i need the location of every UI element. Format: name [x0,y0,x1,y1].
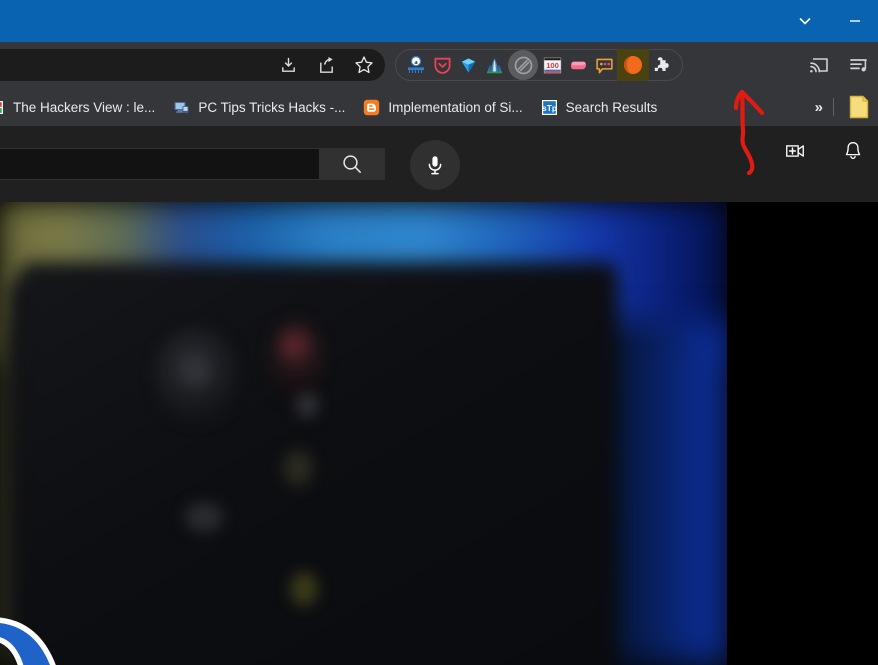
favicon-hackers-view-glyph [0,100,3,114]
browser-window: a 100 The Hackers View: le... PC Tips T… [0,0,878,665]
bookmark-folder-icon[interactable] [848,95,870,119]
download-icon[interactable] [277,54,299,76]
video-detail-3 [270,320,322,400]
favicon-pc-tips-glyph [174,101,189,113]
cast-glyph [810,58,828,73]
window-titlebar [0,0,878,42]
bookmark-item-pc-tips[interactable]: PC Tips Tricks Hacks -... [164,93,354,121]
media-playlist-glyph [850,59,867,72]
minimize-icon[interactable] [832,0,878,42]
chevron-down-icon[interactable] [782,0,828,42]
search-button[interactable] [320,148,385,180]
diamond-icon[interactable] [455,49,481,81]
bookmark-folder-glyph [849,95,869,119]
microphone-icon [428,156,442,175]
counter-100-glyph: 100 [543,57,561,73]
tower-glyph [486,57,502,73]
bookmark-item-blogger[interactable]: Implementation of Si... [354,93,531,121]
search-input[interactable] [0,148,320,180]
share-icon[interactable] [315,54,337,76]
pink-hexagon-icon[interactable] [565,49,591,81]
diamond-glyph [461,57,475,73]
bookmarks-overflow-button[interactable]: » [815,99,823,116]
favicon-pc-tips [173,99,190,116]
minimize-glyph [850,20,860,22]
media-playlist-icon[interactable] [848,54,870,76]
video-frame[interactable]: 0 0 superpctricks.com [0,202,727,665]
bookmark-item-search-results[interactable]: sTp Search Results [532,93,667,121]
browser-toolbar: a 100 [0,42,878,88]
video-detail-7 [185,502,223,532]
video-detail-6 [290,572,318,606]
star-glyph [355,56,373,74]
adblock-glyph [514,56,532,74]
chevron-down-glyph [799,17,811,25]
extensions-pill: a 100 [395,49,683,81]
favicon-stp: sTp [541,99,558,116]
notifications-bell-glyph [845,142,861,160]
bookmarks-bar: The Hackers View : le... PC Tips Tricks … [0,88,878,126]
bookmark-label: The Hackers View : le... [13,99,156,115]
orange-circle-glyph [623,55,643,75]
favicon-stp-glyph: sTp [541,99,557,115]
favicon-hackers-view [0,99,5,116]
puzzle-piece-icon[interactable] [649,49,675,81]
video-detail-8 [295,392,319,418]
svg-text:100: 100 [546,61,559,70]
puzzle-piece-glyph [654,57,669,71]
adblock-icon[interactable] [508,50,538,80]
tower-icon[interactable] [481,49,507,81]
youtube-header-right [784,140,864,162]
chat-bubble-glyph [595,58,613,73]
download-glyph [281,57,295,72]
amazon-assistant-glyph: a [408,55,424,73]
bookmark-label: Search Results [565,99,658,115]
pocket-icon[interactable] [429,49,455,81]
voice-search-button[interactable] [410,140,460,190]
cast-icon[interactable] [808,54,830,76]
svg-text:sTp: sTp [542,103,557,113]
video-detail-4 [283,334,305,358]
star-icon[interactable] [353,54,375,76]
toolbar-right-icons [808,49,870,81]
amazon-assistant-icon[interactable]: a [403,49,429,81]
bookmark-label: Implementation of Si... [388,99,523,115]
counter-100-icon[interactable]: 100 [539,49,565,81]
bookmark-item-hackers-view[interactable]: The Hackers View : le... [0,93,164,121]
orange-circle-icon[interactable] [617,49,649,81]
notifications-bell-icon[interactable] [842,140,864,162]
share-glyph [319,56,333,73]
video-detail-5 [283,450,313,486]
video-detail-2 [182,357,208,385]
address-bar[interactable] [0,49,385,81]
youtube-search-bar [0,148,385,180]
bookmark-label: PC Tips Tricks Hacks -... [198,99,346,115]
pink-hexagon-glyph [570,61,586,69]
video-overlay-digit-fill: 0 [0,567,73,665]
video-object-primary [18,262,618,665]
pocket-glyph [433,57,451,74]
create-video-glyph [786,145,804,157]
favicon-blogger [363,99,380,116]
omnibox-action-icons [277,49,375,81]
favicon-blogger-glyph [364,99,380,115]
bookmarks-separator [833,98,834,116]
create-video-icon[interactable] [784,140,806,162]
search-icon [343,155,361,173]
chat-bubble-icon[interactable] [591,49,617,81]
video-player-stage[interactable]: 0 0 superpctricks.com [0,202,878,665]
